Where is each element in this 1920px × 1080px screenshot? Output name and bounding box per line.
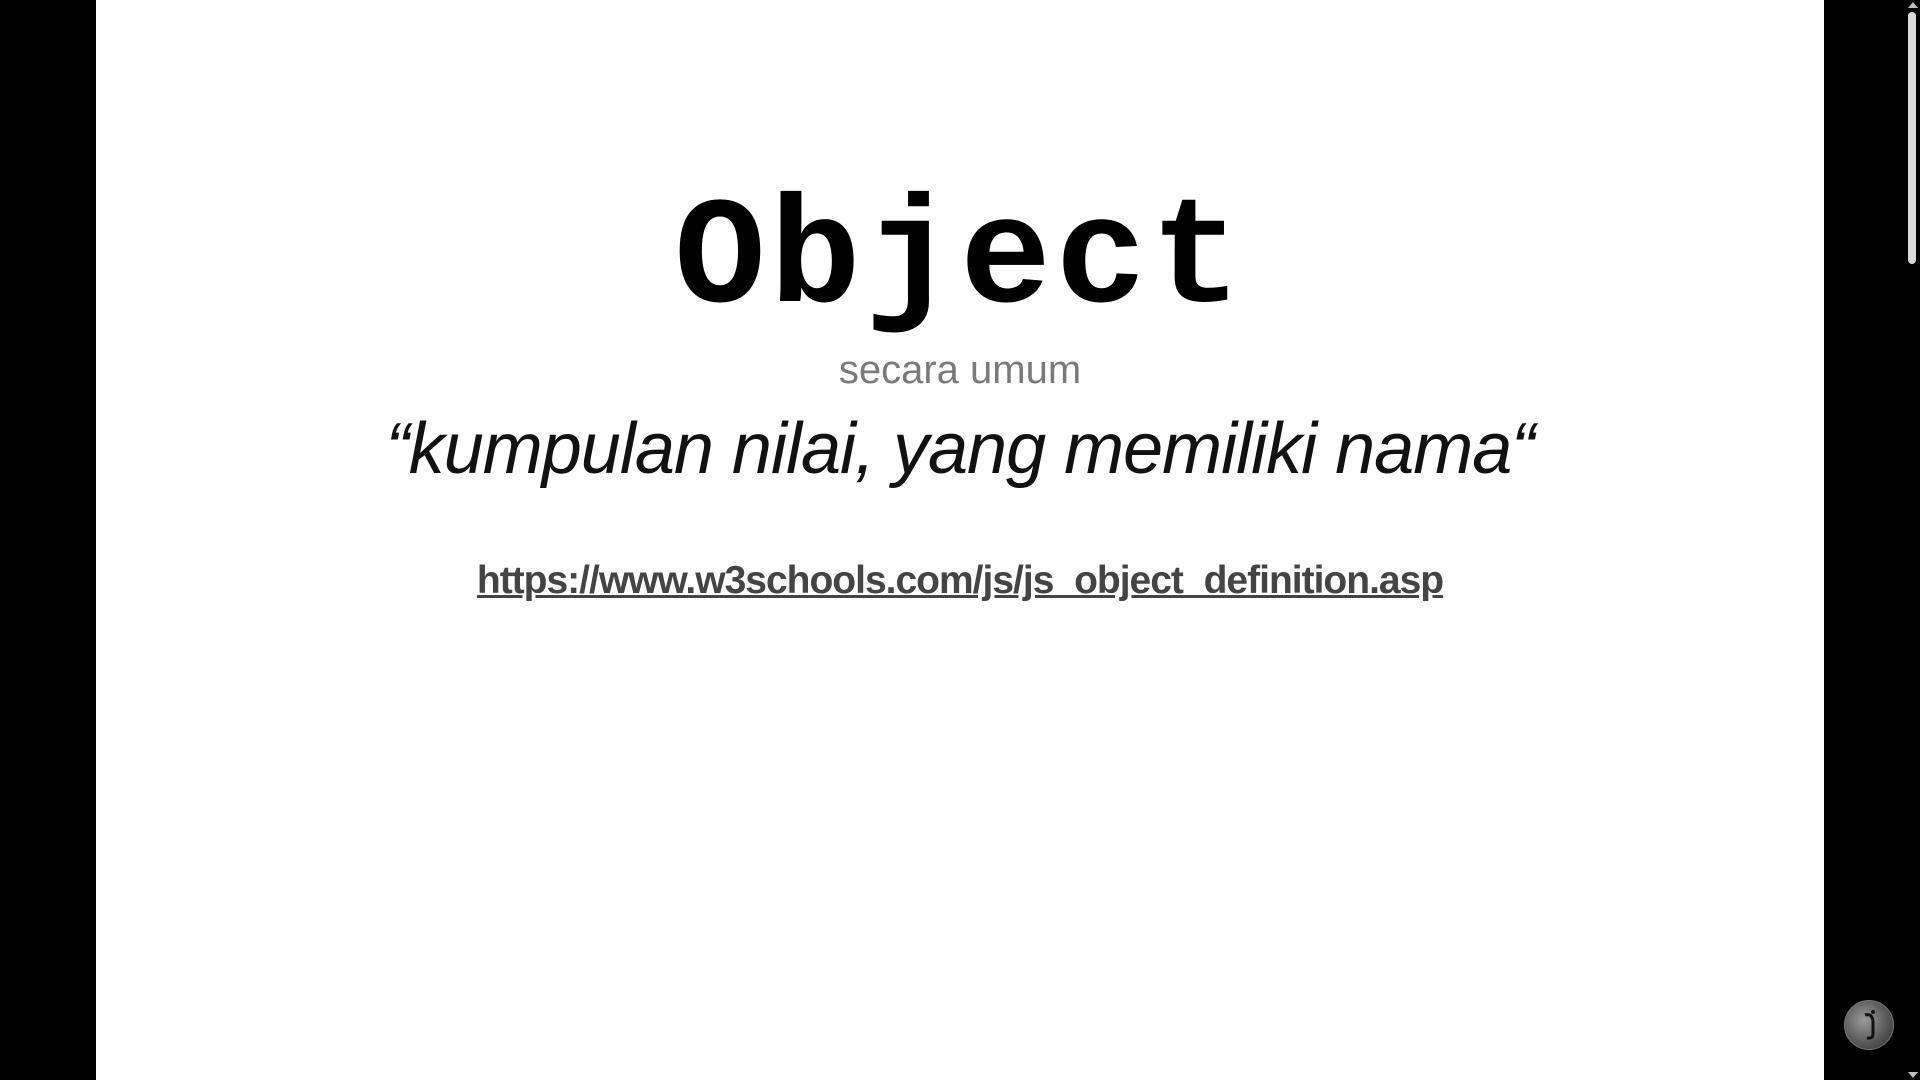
presentation-viewport: Object secara umum “kumpulan nilai, yang… bbox=[0, 0, 1920, 1080]
scroll-down-arrow-icon[interactable] bbox=[1908, 1072, 1918, 1078]
vertical-scrollbar[interactable] bbox=[1904, 0, 1920, 1080]
reference-link[interactable]: https://www.w3schools.com/js/js_object_d… bbox=[96, 558, 1824, 605]
slide: Object secara umum “kumpulan nilai, yang… bbox=[96, 0, 1824, 1080]
definition-quote: “kumpulan nilai, yang memiliki nama“ bbox=[385, 409, 1535, 489]
slide-title: Object bbox=[674, 174, 1246, 347]
avatar-badge-icon bbox=[1844, 1000, 1894, 1050]
scroll-up-arrow-icon[interactable] bbox=[1908, 2, 1918, 8]
slide-subtitle: secara umum bbox=[838, 348, 1082, 392]
scrollbar-thumb[interactable] bbox=[1908, 12, 1916, 264]
